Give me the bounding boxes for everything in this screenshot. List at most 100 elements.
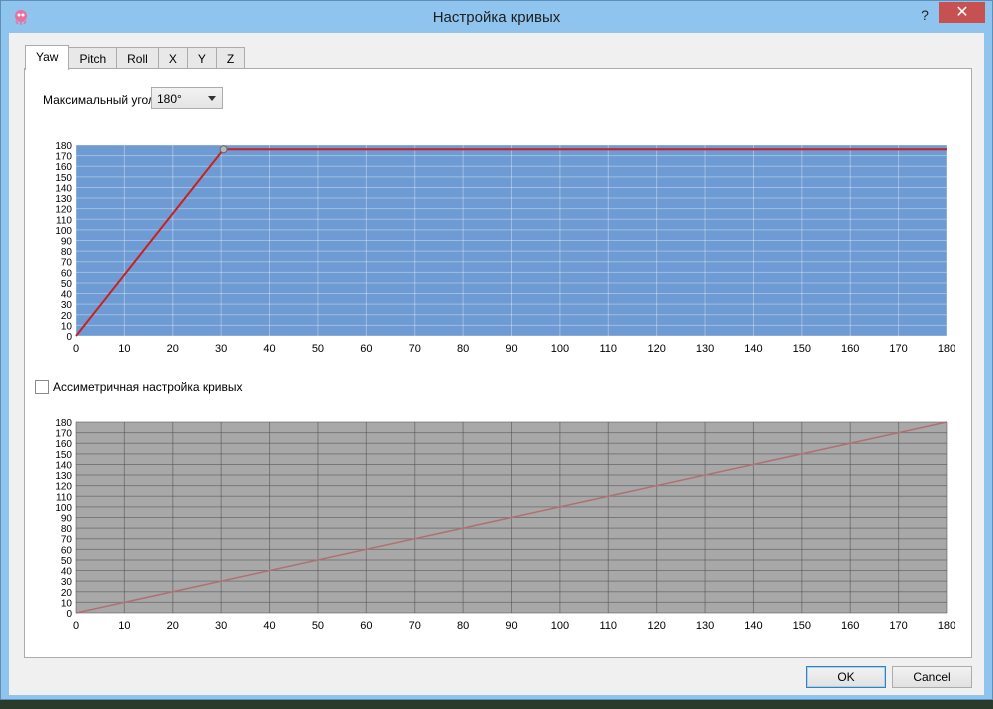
top-x-tick-label: 30 xyxy=(215,343,227,355)
top-x-tick-label: 0 xyxy=(73,343,79,355)
top-x-tick-label: 160 xyxy=(841,343,859,355)
bottom-x-tick-label: 100 xyxy=(551,620,569,632)
bottom-y-tick-label: 80 xyxy=(61,524,73,535)
top-x-tick-label: 60 xyxy=(360,343,372,355)
top-y-tick-label: 110 xyxy=(56,215,72,226)
top-y-tick-label: 30 xyxy=(61,300,73,311)
top-x-tick-label: 40 xyxy=(263,343,275,355)
tab-yaw[interactable]: Yaw xyxy=(25,45,70,70)
secondary-curve-chart[interactable]: 0102030405060708090100110120130140150160… xyxy=(25,416,955,646)
top-x-tick-label: 70 xyxy=(409,343,421,355)
bottom-y-tick-label: 120 xyxy=(55,482,72,493)
window-title: Настройка кривых xyxy=(432,9,561,26)
bottom-x-tick-label: 90 xyxy=(505,620,517,632)
bottom-x-tick-label: 160 xyxy=(841,620,859,632)
bottom-x-tick-label: 60 xyxy=(360,620,372,632)
chevron-down-icon xyxy=(208,96,216,101)
bottom-y-tick-label: 50 xyxy=(61,556,73,567)
ok-button[interactable]: OK xyxy=(806,666,886,688)
bottom-y-tick-label: 20 xyxy=(61,588,73,599)
top-y-tick-label: 100 xyxy=(55,226,72,237)
bottom-y-tick-label: 150 xyxy=(55,450,72,461)
bottom-y-tick-label: 100 xyxy=(55,503,72,514)
bottom-y-tick-label: 70 xyxy=(61,535,73,546)
top-y-tick-label: 80 xyxy=(61,247,73,258)
top-control-point-handle[interactable] xyxy=(219,145,228,154)
bottom-y-tick-label: 110 xyxy=(56,492,72,503)
top-y-tick-label: 170 xyxy=(55,152,72,163)
top-x-tick-label: 120 xyxy=(647,343,665,355)
asymmetric-label: Ассиметричная настройка кривых xyxy=(53,380,243,394)
bottom-x-tick-label: 140 xyxy=(744,620,762,632)
bottom-x-tick-label: 80 xyxy=(457,620,469,632)
bottom-y-tick-label: 140 xyxy=(55,460,72,471)
tab-panel: Максимальный угол 180° 0 10 20 30 40 50 60 70 80… xyxy=(24,68,972,658)
bottom-y-tick-label: 130 xyxy=(55,471,72,482)
bottom-y-tick-label: 10 xyxy=(61,598,73,609)
max-angle-select[interactable]: 180° xyxy=(151,87,223,109)
response-curve-chart[interactable]: 0102030405060708090100110120130140150160… xyxy=(25,139,955,369)
bottom-x-tick-label: 150 xyxy=(793,620,811,632)
bottom-x-tick-label: 70 xyxy=(409,620,421,632)
top-x-tick-label: 100 xyxy=(551,343,569,355)
top-x-tick-label: 150 xyxy=(793,343,811,355)
tab-pitch[interactable]: Pitch xyxy=(68,47,118,69)
desktop-taskbar-strip xyxy=(0,700,993,709)
bottom-y-tick-label: 180 xyxy=(55,418,72,429)
top-y-tick-label: 50 xyxy=(61,279,73,290)
top-x-tick-label: 140 xyxy=(744,343,762,355)
asymmetric-checkbox[interactable] xyxy=(35,380,49,394)
bottom-y-tick-label: 30 xyxy=(61,577,73,588)
bottom-x-tick-label: 110 xyxy=(600,620,618,632)
top-y-tick-label: 70 xyxy=(61,258,73,269)
bottom-x-tick-label: 50 xyxy=(312,620,324,632)
top-y-tick-label: 20 xyxy=(61,311,73,322)
top-y-tick-label: 140 xyxy=(55,183,72,194)
tab-z[interactable]: Z xyxy=(215,47,246,69)
bottom-y-tick-label: 40 xyxy=(61,567,73,578)
bottom-x-tick-label: 20 xyxy=(167,620,179,632)
bottom-x-tick-label: 120 xyxy=(647,620,665,632)
bottom-y-tick-label: 160 xyxy=(55,439,72,450)
top-y-tick-label: 0 xyxy=(66,332,72,343)
top-x-tick-label: 170 xyxy=(889,343,907,355)
cancel-button[interactable]: Cancel xyxy=(892,666,972,688)
top-x-tick-label: 130 xyxy=(696,343,714,355)
bottom-x-tick-label: 130 xyxy=(696,620,714,632)
top-x-tick-label: 90 xyxy=(505,343,517,355)
top-y-tick-label: 150 xyxy=(55,173,72,184)
bottom-x-tick-label: 180 xyxy=(938,620,955,632)
bottom-x-tick-label: 10 xyxy=(118,620,130,632)
bottom-y-tick-label: 170 xyxy=(55,429,72,440)
max-angle-value: 180° xyxy=(157,92,182,106)
top-x-tick-label: 10 xyxy=(118,343,130,355)
bottom-y-tick-label: 60 xyxy=(61,545,73,556)
tab-x[interactable]: X xyxy=(157,47,188,69)
help-button[interactable]: ? xyxy=(912,5,938,25)
tab-roll[interactable]: Roll xyxy=(116,47,159,69)
title-bar[interactable]: Настройка кривых ? ✕ xyxy=(1,1,992,33)
top-y-tick-label: 10 xyxy=(61,321,73,332)
bottom-y-tick-label: 90 xyxy=(61,514,73,525)
top-y-tick-label: 160 xyxy=(55,162,72,173)
close-button[interactable]: ✕ xyxy=(939,2,985,23)
top-x-tick-label: 20 xyxy=(167,343,179,355)
top-y-tick-label: 60 xyxy=(61,268,73,279)
max-angle-label: Максимальный угол xyxy=(43,93,155,107)
top-y-tick-label: 130 xyxy=(55,194,72,205)
top-x-tick-label: 80 xyxy=(457,343,469,355)
top-y-tick-label: 120 xyxy=(55,205,72,216)
bottom-x-tick-label: 170 xyxy=(889,620,907,632)
bottom-x-tick-label: 30 xyxy=(215,620,227,632)
top-y-tick-label: 90 xyxy=(61,237,73,248)
axis-tabs: Yaw Pitch Roll X Y Z xyxy=(25,45,246,70)
top-y-tick-label: 40 xyxy=(61,290,73,301)
top-y-tick-label: 180 xyxy=(55,141,72,152)
bottom-y-tick-label: 0 xyxy=(66,609,72,620)
top-x-tick-label: 180 xyxy=(938,343,955,355)
curve-settings-dialog: Настройка кривых ? ✕ Yaw Pitch Roll X Y … xyxy=(0,0,993,700)
bottom-x-tick-label: 0 xyxy=(73,620,79,632)
bottom-x-tick-label: 40 xyxy=(263,620,275,632)
tab-y[interactable]: Y xyxy=(186,47,217,69)
top-x-tick-label: 50 xyxy=(312,343,324,355)
